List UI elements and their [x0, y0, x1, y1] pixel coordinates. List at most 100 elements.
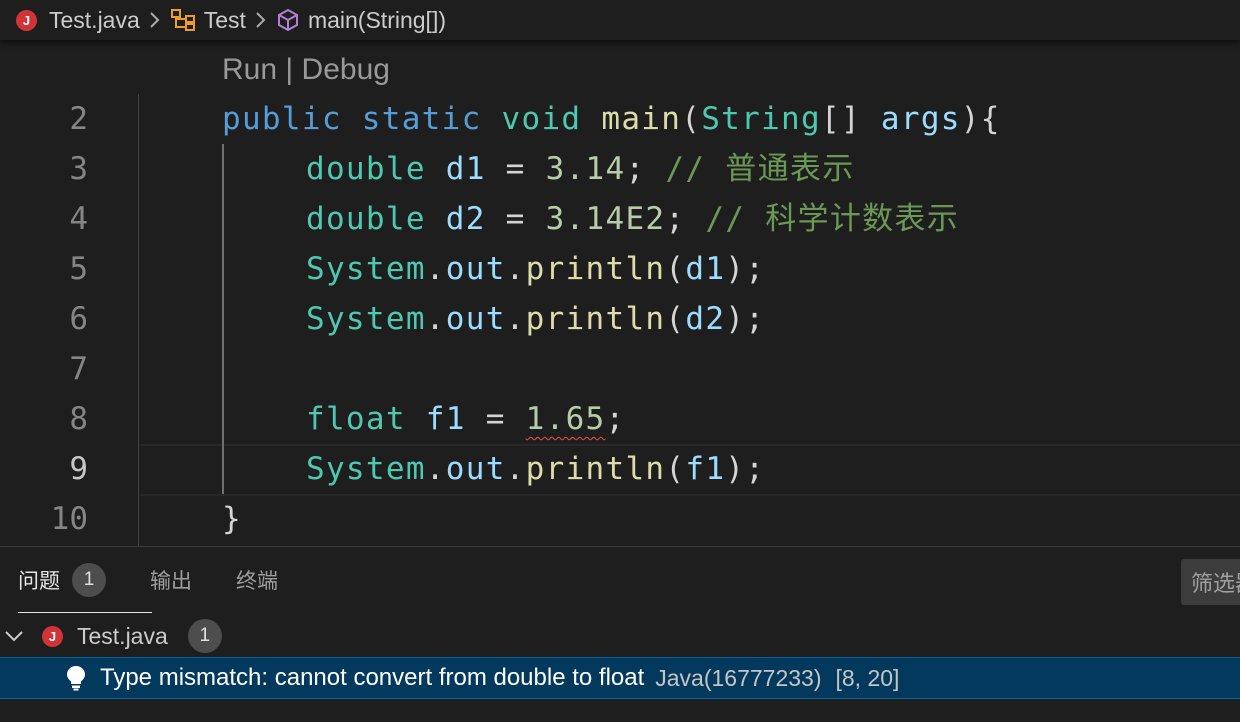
- code-token: ){: [960, 101, 1001, 137]
- code-token: println: [525, 251, 666, 287]
- breadcrumb-class-label: Test: [203, 6, 246, 33]
- code-text: System.out.println(d2);: [306, 294, 765, 344]
- code-token: ;: [625, 151, 666, 187]
- code-text: }: [222, 494, 242, 544]
- breadcrumb-method[interactable]: main(String[]): [276, 7, 446, 34]
- bottom-panel: 问题 1 输出 终端 筛选器 J Test.java 1 Type mismat…: [0, 546, 1240, 722]
- code-token: ;: [605, 401, 626, 437]
- code-token: public: [222, 101, 342, 137]
- code-token: double: [306, 201, 426, 237]
- code-token: System: [306, 251, 426, 287]
- breadcrumb-class[interactable]: Test: [170, 7, 246, 34]
- code-token: .: [425, 301, 446, 337]
- code-token: System: [306, 301, 426, 337]
- code-token: out: [445, 301, 506, 337]
- problems-count-badge: 1: [72, 563, 106, 597]
- codelens-run[interactable]: Run: [222, 53, 277, 86]
- code-token: println: [525, 301, 666, 337]
- line-number: 8: [69, 401, 88, 437]
- code-token: main: [601, 101, 682, 137]
- code-token: .: [425, 251, 446, 287]
- code-line[interactable]: 3 double d1 = 3.14; // 普通表示: [0, 144, 1240, 194]
- code-token: 3.14: [545, 151, 626, 187]
- line-number: 5: [69, 251, 88, 287]
- tab-problems-label: 问题: [18, 570, 60, 593]
- chevron-right-icon: [255, 11, 267, 29]
- code-token: 3.14E2: [545, 201, 666, 237]
- code-line[interactable]: 2 public static void main(String[] args){: [0, 94, 1240, 144]
- code-text: public static void main(String[] args){: [222, 94, 1001, 144]
- code-token: =: [485, 201, 546, 237]
- chevron-right-icon: [149, 11, 161, 29]
- code-token: (: [681, 101, 702, 137]
- code-text: System.out.println(f1);: [306, 444, 765, 494]
- breadcrumb-file[interactable]: J Test.java: [16, 7, 140, 34]
- code-line[interactable]: 8 float f1 = 1.65;: [0, 394, 1240, 444]
- chevron-down-icon[interactable]: [4, 629, 24, 643]
- class-icon: [170, 8, 196, 32]
- code-token: String: [701, 101, 821, 137]
- code-token: =: [465, 401, 526, 437]
- codelens-debug[interactable]: Debug: [302, 53, 390, 86]
- file-problem-count: 1: [187, 619, 222, 653]
- java-error-icon: J: [42, 625, 63, 647]
- line-number: 10: [50, 501, 88, 537]
- code-line[interactable]: 5 System.out.println(d1);: [0, 244, 1240, 294]
- code-token: (: [665, 301, 686, 337]
- line-number: 7: [69, 351, 88, 387]
- problem-item[interactable]: Type mismatch: cannot convert from doubl…: [0, 657, 1240, 699]
- code-line[interactable]: 7: [0, 344, 1240, 394]
- code-text: System.out.println(d1);: [306, 244, 765, 294]
- code-token: .: [505, 301, 526, 337]
- problem-file-row[interactable]: J Test.java 1: [0, 615, 1240, 657]
- code-token: void: [501, 101, 582, 137]
- code-token: );: [725, 251, 766, 287]
- problem-position: [8, 20]: [835, 664, 900, 691]
- code-line[interactable]: 10}: [0, 494, 1240, 544]
- code-token: ;: [665, 201, 706, 237]
- java-error-icon: J: [16, 9, 37, 31]
- code-token: =: [485, 151, 546, 187]
- breadcrumb-method-label: main(String[]): [307, 6, 446, 33]
- code-token: .: [425, 451, 446, 487]
- problem-file-name: Test.java: [77, 622, 168, 649]
- code-token: }: [222, 501, 242, 537]
- problem-message: Type mismatch: cannot convert from doubl…: [100, 664, 645, 691]
- code-token: static: [361, 101, 482, 137]
- codelens: Run | Debug: [222, 53, 390, 87]
- code-token: out: [445, 451, 506, 487]
- code-token: // 普通表示: [665, 151, 855, 187]
- code-token: args: [880, 101, 961, 137]
- breadcrumb: J Test.java Test main(String[]): [0, 0, 1240, 40]
- line-number: 3: [69, 151, 88, 187]
- code-line[interactable]: 9 System.out.println(f1);: [0, 444, 1240, 494]
- code-text: double d2 = 3.14E2; // 科学计数表示: [306, 194, 959, 244]
- problem-source: Java(16777233): [655, 664, 822, 691]
- code-token: f1: [685, 451, 726, 487]
- panel-tabs: 问题 1 输出 终端: [0, 547, 304, 613]
- filter-placeholder: 筛选器: [1191, 571, 1240, 596]
- code-token: double: [306, 151, 426, 187]
- code-editor[interactable]: Run | Debug 2 public static void main(Str…: [0, 40, 1240, 546]
- filter-input[interactable]: 筛选器: [1181, 559, 1240, 605]
- code-token: d2: [445, 201, 486, 237]
- code-token: );: [725, 451, 766, 487]
- tab-output[interactable]: 输出: [150, 547, 192, 613]
- tab-problems[interactable]: 问题 1: [18, 547, 152, 613]
- tab-output-label: 输出: [150, 570, 192, 593]
- code-token: d1: [685, 251, 726, 287]
- line-number: 9: [69, 451, 88, 487]
- code-token: println: [525, 451, 666, 487]
- code-line[interactable]: 4 double d2 = 3.14E2; // 科学计数表示: [0, 194, 1240, 244]
- lightbulb-icon[interactable]: [66, 665, 86, 691]
- tab-terminal[interactable]: 终端: [236, 547, 278, 613]
- code-token: // 科学计数表示: [705, 201, 960, 237]
- code-line[interactable]: 6 System.out.println(d2);: [0, 294, 1240, 344]
- code-token: f1: [425, 401, 466, 437]
- code-text: double d1 = 3.14; // 普通表示: [306, 144, 855, 194]
- tab-terminal-label: 终端: [236, 570, 278, 593]
